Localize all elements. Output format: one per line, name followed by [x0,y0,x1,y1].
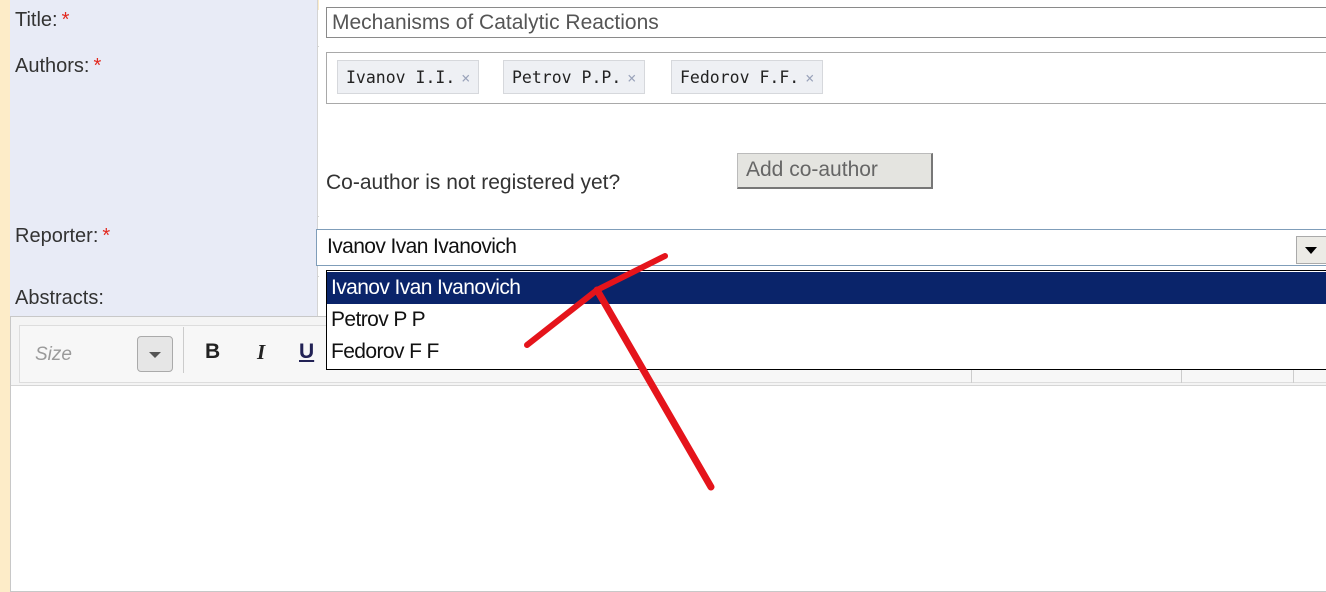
italic-button[interactable]: I [257,340,265,365]
reporter-option[interactable]: Petrov P P [327,304,1326,336]
remove-tag-icon[interactable]: × [461,69,470,87]
remove-tag-icon[interactable]: × [805,69,814,87]
reporter-option[interactable]: Ivanov Ivan Ivanovich [327,272,1326,304]
author-tag-name: Ivanov I.I. [346,68,456,87]
authors-field-cell: Ivanov I.I. × Petrov P.P. × Fedorov F.F. × … [319,46,1326,216]
abstracts-label: Abstracts: [10,276,318,316]
authors-label-text: Authors: [15,55,90,77]
author-tag-name: Petrov P.P. [512,68,622,87]
title-label: Title: * [10,0,318,46]
add-coauthor-button[interactable]: Add co-author [737,153,933,189]
remove-tag-icon[interactable]: × [627,69,636,87]
underline-button[interactable]: U [299,340,314,364]
required-mark: * [102,225,111,247]
reporter-option[interactable]: Fedorov F F [327,336,1326,368]
reporter-select[interactable]: Ivanov Ivan Ivanovich [316,229,1326,266]
reporter-options-list: Ivanov Ivan Ivanovich Petrov P P Fedorov… [326,270,1326,370]
author-tag: Ivanov I.I. × [337,60,480,94]
coauthor-prompt: Co-author is not registered yet? [326,171,621,194]
abstracts-label-text: Abstracts: [15,287,104,309]
author-tag-name: Fedorov F.F. [680,68,800,87]
author-tag: Petrov P.P. × [503,60,646,94]
bold-button[interactable]: B [205,340,220,364]
authors-row: Authors: * Ivanov I.I. × Petrov P.P. × Fedo… [10,46,1326,217]
dropdown-arrow-icon[interactable] [1296,236,1326,264]
title-row: Title: * Mechanisms of Catalytic Reaction… [10,0,1326,47]
paper-submission-form: Title: * Mechanisms of Catalytic Reaction… [0,0,1326,592]
required-mark: * [61,9,70,31]
title-field-cell: Mechanisms of Catalytic Reactions [319,0,1326,46]
authors-tag-input[interactable]: Ivanov I.I. × Petrov P.P. × Fedorov F.F. × [326,52,1326,104]
font-size-label[interactable]: Size [35,344,72,366]
toolbar-separator [183,327,184,373]
editor-content-area[interactable] [11,386,1326,591]
author-tag: Fedorov F.F. × [671,60,824,94]
size-dropdown-icon[interactable] [137,336,173,372]
reporter-label: Reporter: * [10,216,318,276]
authors-label: Authors: * [10,46,318,216]
required-mark: * [93,55,102,77]
reporter-label-text: Reporter: [15,225,99,247]
title-input[interactable]: Mechanisms of Catalytic Reactions [326,7,1326,38]
frame-left [0,0,10,592]
title-label-text: Title: [15,9,58,31]
